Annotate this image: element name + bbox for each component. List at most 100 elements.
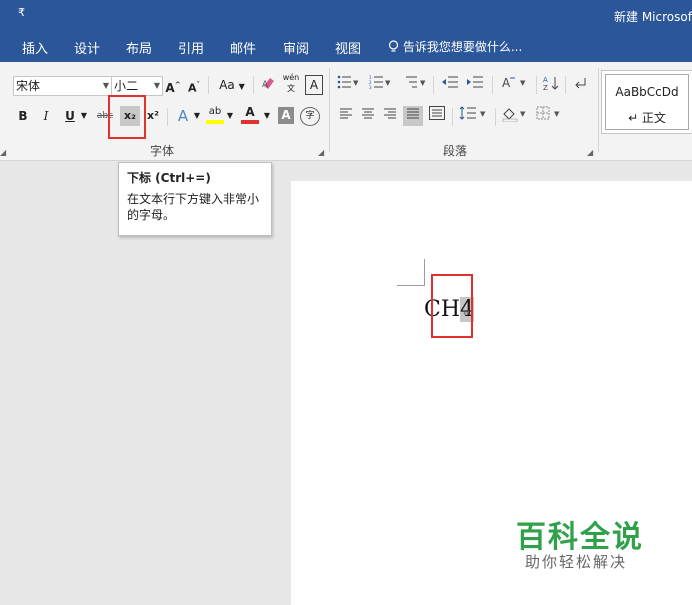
multilevel-list-button[interactable]: ▼ [402, 75, 428, 95]
tooltip-description: 在文本行下方键入非常小的字母。 [127, 192, 260, 222]
divider [452, 108, 453, 126]
paragraph-mark-icon [575, 78, 586, 89]
change-case-button[interactable]: Aa ▼ [215, 75, 249, 95]
paint-bucket-icon: ▼ [502, 108, 526, 123]
asian-layout-button[interactable]: A ▼ [500, 75, 530, 95]
bold-button[interactable]: B [16, 106, 30, 126]
asian-layout-icon: A ▼ [502, 76, 526, 90]
font-name-value: 宋体 [16, 79, 41, 93]
svg-text:▼: ▼ [520, 110, 526, 118]
font-dialog-launcher-icon[interactable]: ◢ [318, 148, 324, 157]
margin-corner-mark [424, 259, 425, 286]
chevron-down-icon[interactable]: ▼ [193, 106, 201, 126]
shrink-font-button[interactable]: Aˇ [186, 75, 202, 95]
show-hide-marks-button[interactable] [571, 75, 589, 95]
ribbon-home: 宋体 ▼ 小二 ▼ A^ Aˇ Aa ▼ A wén 文 A B I U ▼ a… [0, 62, 692, 161]
highlight-color-button[interactable]: ab [206, 104, 224, 124]
borders-button[interactable]: ▼ [535, 106, 565, 126]
character-border-button[interactable]: A [305, 75, 323, 95]
borders-icon: ▼ [536, 106, 560, 120]
clear-formatting-button[interactable]: A [260, 75, 278, 95]
divider [536, 76, 537, 94]
tab-references[interactable]: 引用 [178, 38, 204, 57]
multilevel-list-icon: ▼ [406, 76, 426, 88]
text-effects-button[interactable]: A [174, 106, 192, 126]
align-center-button[interactable] [360, 106, 376, 126]
numbered-list-icon: 123▼ [369, 75, 391, 90]
bullets-button[interactable]: ▼ [336, 75, 360, 95]
window-title: 新建 Microsof [614, 10, 692, 24]
font-group-label: 字体 [150, 144, 175, 158]
grow-font-button[interactable]: A^ [165, 75, 181, 95]
font-size-select[interactable]: 小二 ▼ [111, 76, 163, 96]
svg-text:▼: ▼ [353, 79, 359, 87]
style-normal[interactable]: AaBbCcDd ↵ 正文 [605, 74, 689, 130]
increase-indent-button[interactable] [465, 75, 485, 95]
chevron-down-icon[interactable]: ▼ [263, 106, 271, 126]
chevron-down-icon: ▼ [153, 81, 160, 90]
style-sample-text: AaBbCcDd [615, 85, 679, 99]
eraser-icon: A [262, 78, 274, 90]
divider [492, 76, 493, 94]
sort-button[interactable]: AZ [542, 75, 560, 95]
svg-text:Z: Z [543, 84, 548, 91]
margin-corner-mark [397, 285, 425, 286]
style-name-label: ↵ 正文 [628, 111, 666, 125]
font-name-select[interactable]: 宋体 ▼ [13, 76, 112, 96]
shrink-font-icon: A [187, 81, 197, 95]
superscript-button[interactable]: x² [145, 106, 161, 126]
svg-text:▼: ▼ [385, 79, 391, 87]
chevron-down-icon[interactable]: ▼ [226, 106, 234, 126]
paragraph-dialog-launcher-icon[interactable]: ◢ [587, 148, 593, 157]
tab-insert[interactable]: 插入 [22, 38, 48, 57]
divider [433, 76, 434, 94]
svg-text:A: A [502, 76, 511, 89]
align-left-button[interactable] [338, 106, 354, 126]
line-spacing-icon: ▼ [459, 106, 486, 120]
align-right-icon [384, 108, 396, 119]
align-center-icon [362, 108, 374, 119]
shading-button[interactable]: ▼ [500, 106, 530, 126]
svg-text:▼: ▼ [420, 79, 426, 87]
tab-layout[interactable]: 布局 [126, 38, 152, 57]
justify-button[interactable] [403, 106, 423, 126]
distributed-icon [429, 106, 445, 120]
svg-text:A: A [543, 76, 548, 84]
change-case-icon: Aa [219, 78, 235, 92]
tab-design[interactable]: 设计 [74, 38, 100, 57]
tell-me-text: 告诉我您想要做什么... [402, 40, 523, 54]
clipboard-dialog-launcher-icon[interactable]: ◢ [0, 148, 6, 157]
phonetic-guide-button[interactable]: wén 文 [281, 72, 301, 93]
tab-review[interactable]: 审阅 [283, 38, 309, 57]
underline-button[interactable]: U [63, 106, 77, 126]
selection-highlight-frame [431, 274, 473, 338]
grow-font-icon: A [165, 81, 175, 95]
quick-access-customize-icon[interactable]: ₹ [18, 6, 25, 19]
title-bar: ₹ 新建 Microsof [0, 0, 692, 30]
lightbulb-icon [388, 40, 399, 52]
paragraph-group-label: 段落 [443, 144, 468, 158]
font-color-button[interactable]: A [241, 104, 259, 124]
sort-icon: AZ [543, 76, 559, 92]
numbering-button[interactable]: 1 2 3 ▼ [368, 75, 392, 95]
subscript-tooltip: 下标 (Ctrl+=) 在文本行下方键入非常小的字母。 [118, 162, 272, 236]
ribbon-tabs: 插入 设计 布局 引用 邮件 审阅 视图 告诉我您想要做什么... [0, 30, 692, 62]
decrease-indent-button[interactable] [440, 75, 460, 95]
svg-text:A: A [262, 80, 269, 90]
tooltip-title: 下标 (Ctrl+=) [127, 171, 211, 185]
character-shading-button[interactable]: A [278, 107, 294, 124]
tab-mailings[interactable]: 邮件 [230, 38, 256, 57]
svg-text:▼: ▼ [480, 110, 486, 118]
tab-view[interactable]: 视图 [335, 38, 361, 57]
svg-text:▼: ▼ [520, 79, 526, 87]
divider [208, 76, 209, 94]
divider [253, 76, 254, 94]
italic-button[interactable]: I [39, 106, 53, 126]
bullet-list-icon: ▼ [337, 75, 359, 89]
tell-me-box[interactable]: 告诉我您想要做什么... [388, 38, 522, 55]
line-spacing-button[interactable]: ▼ [458, 106, 490, 126]
enclose-characters-button[interactable]: 字 [300, 107, 320, 126]
distributed-button[interactable] [428, 106, 446, 126]
align-right-button[interactable] [382, 106, 398, 126]
underline-dropdown-icon[interactable]: ▼ [80, 106, 88, 126]
